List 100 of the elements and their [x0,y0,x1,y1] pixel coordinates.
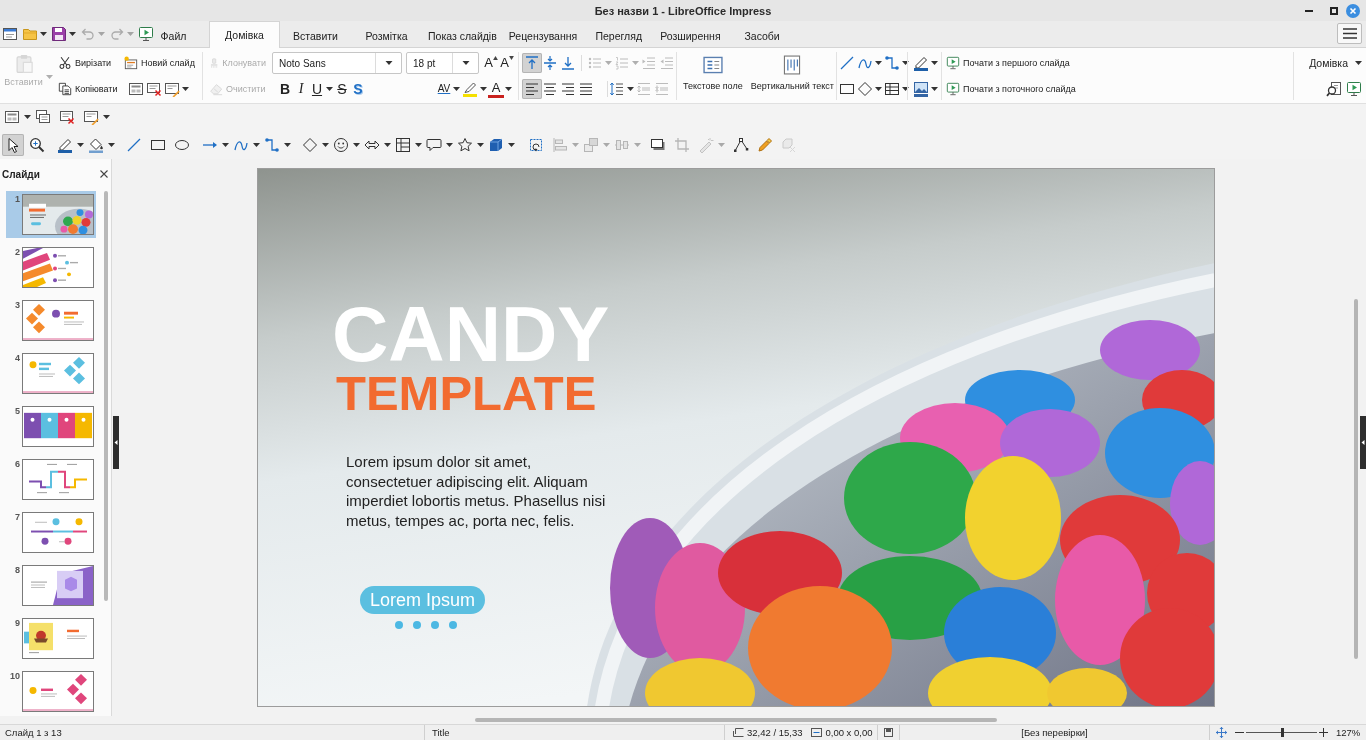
dropdown-arrow-icon[interactable] [253,142,260,147]
dropdown-arrow-icon[interactable] [875,61,882,65]
zoom-slider-thumb[interactable] [1281,728,1285,737]
dropdown-arrow-icon[interactable] [480,87,487,91]
ribbon-tab[interactable]: Розмітка [351,22,422,48]
text-box-button[interactable]: Текстове поле [681,52,745,100]
dropdown-arrow-icon[interactable] [446,142,453,147]
paint-bucket-icon[interactable] [88,136,104,153]
rotate-icon[interactable] [528,136,544,153]
ribbon-tab[interactable]: Перегляд [583,22,655,48]
shadow-button[interactable]: S [350,80,366,98]
dropdown-arrow-icon[interactable] [40,32,47,36]
dropdown-arrow-icon[interactable] [326,87,333,91]
cube-icon[interactable] [488,136,504,153]
align-left-icon[interactable] [522,79,542,99]
slide-list-item[interactable]: 2 [6,244,96,291]
dropdown-arrow-icon[interactable] [353,142,360,147]
decrease-font-button[interactable]: A [499,54,515,72]
smiley-icon[interactable] [333,136,349,153]
ribbon-tab[interactable]: Показ слайдів [422,22,503,48]
slide-layout-icon[interactable] [4,109,20,125]
collapse-handle[interactable] [113,416,119,469]
dropdown-arrow-icon[interactable] [461,61,470,65]
fit-slide-icon[interactable] [1216,727,1227,738]
table-icon[interactable] [884,81,900,97]
dropdown-arrow-icon[interactable] [627,87,634,91]
dropdown-arrow-icon[interactable] [69,32,76,36]
minimize-icon[interactable] [1305,9,1313,12]
dropdown-arrow-icon[interactable] [384,61,393,65]
character-spacing-button[interactable]: AV [436,80,452,98]
dropdown-arrow-icon[interactable] [222,142,229,147]
slide-list-item[interactable]: 6 [6,456,96,503]
slide-edit-icon[interactable] [83,109,99,125]
delete-slide-icon[interactable] [146,81,162,97]
slide-layout-icon[interactable] [128,81,144,97]
presentation-play-icon[interactable] [138,26,154,42]
new-document-icon[interactable] [2,26,18,42]
slide-list-item[interactable]: 10 [6,668,96,715]
area-style-icon[interactable] [913,81,929,97]
ribbon-tab[interactable]: Файл [138,22,209,48]
ribbon-tab[interactable]: Домівка [209,21,280,48]
italic-button[interactable]: I [293,80,309,98]
ribbon-tab[interactable]: Засоби [726,22,798,48]
bold-button[interactable]: B [277,80,293,98]
dropdown-arrow-icon[interactable] [477,142,484,147]
dropdown-arrow-icon[interactable] [508,142,515,147]
scrollbar-thumb[interactable] [475,718,997,722]
dropdown-arrow-icon[interactable] [103,115,110,119]
menu-button[interactable] [1337,22,1362,44]
align-middle-icon[interactable] [542,55,558,71]
dropdown-arrow-icon[interactable] [24,115,31,119]
close-icon[interactable] [100,170,108,178]
dropdown-arrow-icon[interactable] [505,87,512,91]
ribbon-tab[interactable]: Розширення [654,22,727,48]
line-color-icon[interactable] [57,136,73,153]
font-size-combobox[interactable]: 18 pt [406,52,479,74]
start-from-first-button[interactable]: Почати з першого слайда [944,52,1072,74]
copy-button[interactable]: Копіювати [56,78,122,100]
align-center-icon[interactable] [542,81,558,97]
connector-icon[interactable] [884,55,900,71]
slide-edit-icon[interactable] [164,81,180,97]
vertical-text-button[interactable]: Вертикальний текст [748,52,836,100]
dropdown-arrow-icon[interactable] [108,142,115,147]
scrollbar-thumb[interactable] [1354,299,1358,659]
dropdown-arrow-icon[interactable] [384,142,391,147]
dropdown-arrow-icon[interactable] [415,142,422,147]
dropdown-arrow-icon[interactable] [931,87,938,91]
zoom-in-icon[interactable] [1319,728,1328,737]
font-name-combobox[interactable]: Noto Sans [272,52,402,74]
line-icon[interactable] [126,136,142,153]
dropdown-arrow-icon[interactable] [875,87,882,91]
dropdown-arrow-icon[interactable] [182,87,189,91]
dropdown-arrow-icon[interactable] [453,87,460,91]
edit-points-icon[interactable] [733,136,749,153]
slide-list-item[interactable]: 7 [6,509,96,556]
slide-list-item[interactable]: 1 [6,191,96,238]
duplicate-slide-icon[interactable] [35,109,51,125]
dropdown-arrow-icon[interactable] [77,142,84,147]
new-slide-button[interactable]: Новий слайд [122,52,197,74]
search-icon[interactable] [1326,81,1342,97]
dropdown-arrow-icon[interactable] [931,61,938,65]
slide-list-item[interactable]: 8 [6,562,96,609]
pointer-icon[interactable] [2,133,24,156]
increase-font-button[interactable]: A [483,54,499,72]
slide-list-item[interactable]: 3 [6,297,96,344]
line-color-icon[interactable] [913,55,929,71]
rectangle-icon[interactable] [839,81,855,97]
line-spacing-icon[interactable] [609,81,625,97]
font-color-button[interactable]: A [488,80,504,98]
start-from-current-button[interactable]: Почати з поточного слайда [944,78,1078,100]
connector-icon[interactable] [264,136,280,153]
cut-button[interactable]: Вирізати [56,52,122,74]
collapse-handle[interactable] [1360,416,1366,469]
align-bottom-icon[interactable] [560,55,576,71]
ribbon-tab[interactable]: Вставити [280,22,351,48]
dropdown-arrow-icon[interactable] [902,87,909,91]
slide-list-item[interactable]: 4 [6,350,96,397]
flowchart-icon[interactable] [395,136,411,153]
dropdown-arrow-icon[interactable] [284,142,291,147]
shadow-icon[interactable] [650,136,666,153]
